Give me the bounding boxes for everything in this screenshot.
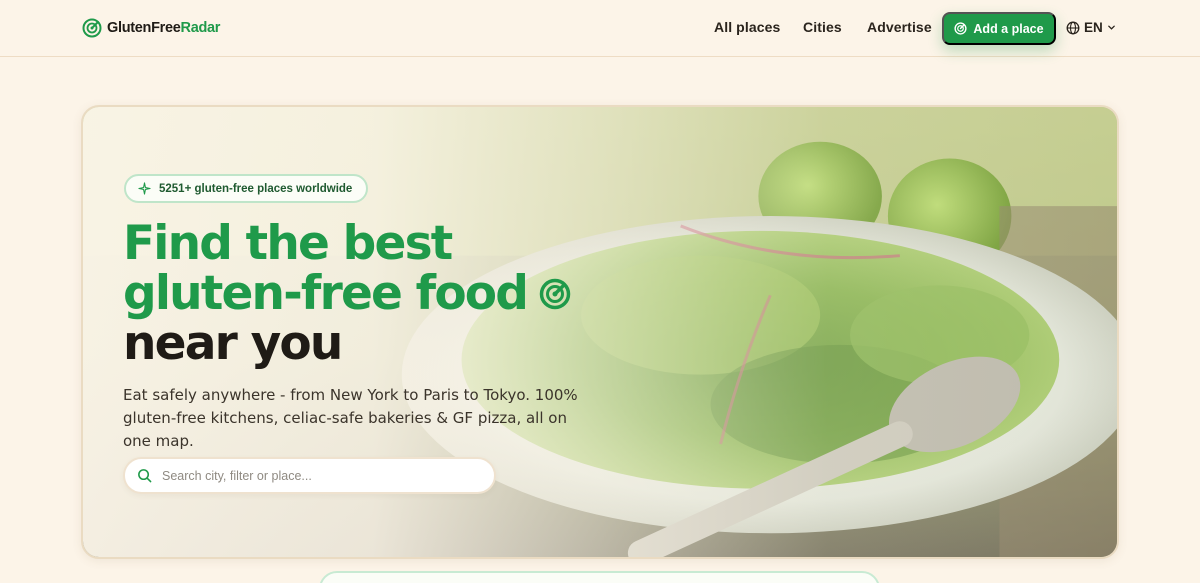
chevron-down-icon [1107,25,1115,30]
search-input[interactable] [162,468,462,483]
headline-line-3: near you [123,316,343,371]
hero-subtitle: Eat safely anywhere - from New York to P… [123,386,578,450]
add-place-label: Add a place [973,21,1044,36]
sparkle-icon [138,182,151,195]
search-icon [138,469,152,483]
brand-logo[interactable]: GlutenFreeRadar [82,17,220,39]
radar-icon [954,22,967,35]
headline-line-2-text: gluten-free food [123,266,529,321]
add-place-button[interactable]: Add a place [942,12,1056,45]
radar-icon [539,278,571,310]
language-label: EN [1084,20,1103,35]
hero-section: 5251+ gluten-free places worldwide Find … [81,105,1119,559]
search-bar[interactable] [123,457,496,494]
globe-icon [1066,21,1080,34]
badge-text: 5251+ gluten-free places worldwide [159,182,353,195]
nav-link-advertise[interactable]: Advertise [867,19,932,35]
nav-link-all-places[interactable]: All places [714,19,780,35]
radar-logo-icon [82,18,102,38]
language-selector[interactable]: EN [1066,20,1116,35]
stats-card-partial [319,571,880,583]
headline-line-2: gluten-free food [123,269,571,319]
brand-name: GlutenFreeRadar [107,20,221,36]
top-navbar: GlutenFreeRadar All places Cities Advert… [0,0,1200,57]
hero-headline: Find the best gluten-free food near you [123,219,571,369]
headline-line-1: Find the best [123,216,453,271]
nav-link-cities[interactable]: Cities [803,19,842,35]
places-count-badge: 5251+ gluten-free places worldwide [124,174,369,203]
